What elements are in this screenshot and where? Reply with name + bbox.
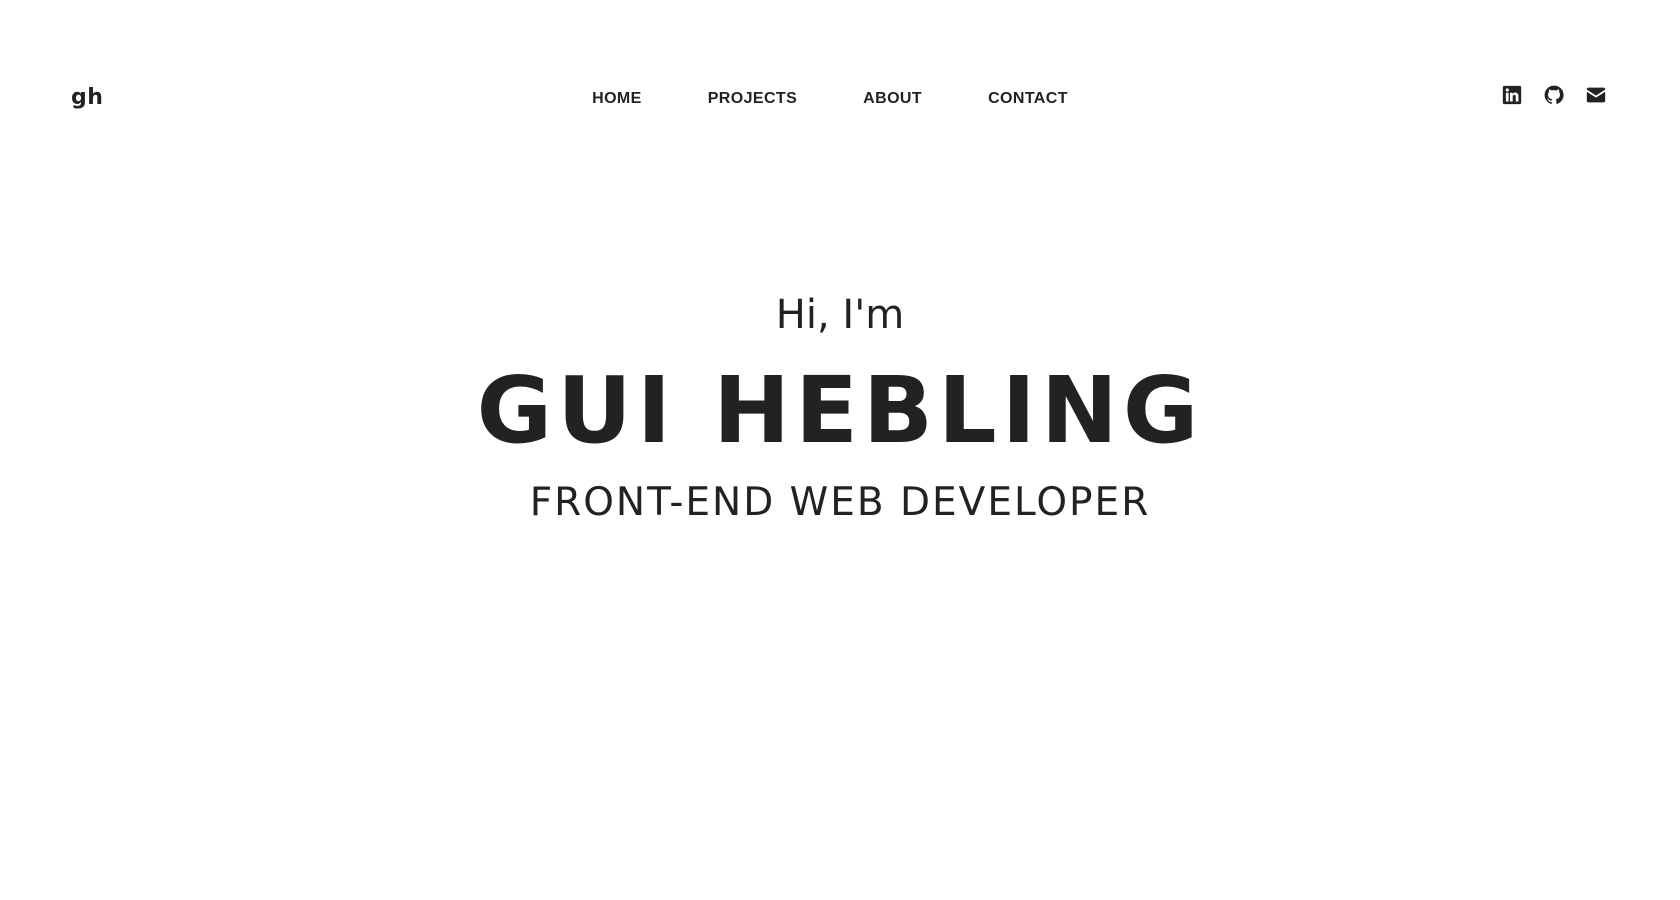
hero-section: Hi, I'm GUI HEBLING FRONT-END WEB DEVELO… [0,0,1680,900]
hero-greeting: Hi, I'm [775,292,905,338]
page: gh HOME PROJECTS ABOUT CONTACT Hi, I'm G… [0,0,1680,900]
hero-role: FRONT-END WEB DEVELOPER [529,480,1151,525]
hero-name: GUI HEBLING [476,357,1204,464]
